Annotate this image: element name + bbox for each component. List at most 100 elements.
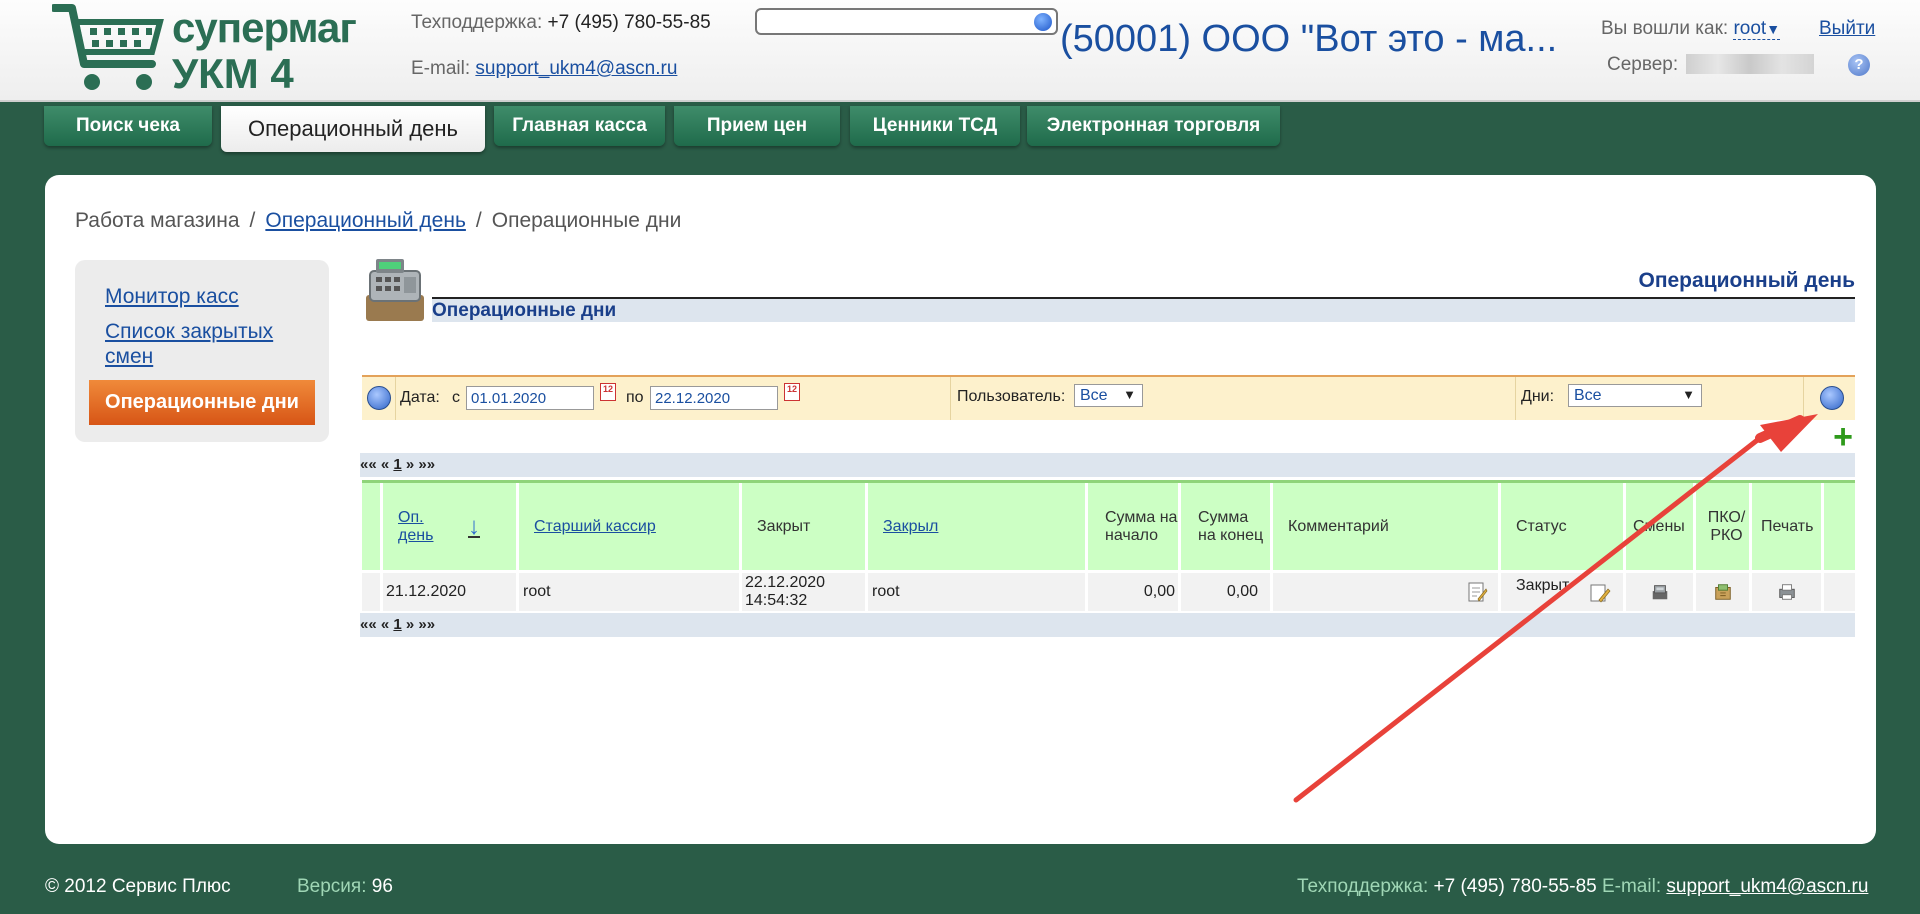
breadcrumb: Работа магазина / Операционный день / Операц… [75, 209, 681, 233]
column-header-closed-by[interactable]: Закрыл [868, 483, 1088, 570]
pager-top: «« « 1 » »» [360, 453, 1855, 477]
version-label: Версия: [297, 876, 367, 897]
calendar-icon[interactable]: 12 [784, 383, 800, 401]
pager-next[interactable]: » [406, 616, 414, 633]
logout-link[interactable]: Выйти [1819, 18, 1875, 40]
table-row: 21.12.2020 root 22.12.2020 14:54:32 root… [362, 570, 1855, 611]
pager-first[interactable]: «« [360, 616, 377, 633]
refresh-icon[interactable] [367, 386, 391, 410]
date-from-label: с [452, 389, 460, 406]
cell-sum-end: 0,00 [1181, 573, 1273, 611]
breadcrumb-item-store: Работа магазина [75, 209, 240, 232]
pager-prev[interactable]: « [381, 616, 389, 633]
column-header-cashier[interactable]: Старший кассир [519, 483, 742, 570]
breadcrumb-item-operational-day[interactable]: Операционный день [265, 209, 466, 232]
column-header-status: Статус [1501, 483, 1626, 570]
pager-page[interactable]: 1 [393, 616, 401, 633]
pager-last[interactable]: »» [418, 616, 435, 633]
cell-status: Закрыт [1501, 573, 1626, 611]
server-value-redacted [1686, 54, 1814, 74]
sidebar-item-operational-days[interactable]: Операционные дни [89, 380, 315, 425]
support-email-link[interactable]: support_ukm4@ascn.ru [475, 58, 677, 79]
pager-page[interactable]: 1 [393, 456, 401, 473]
cell-pko-rko [1696, 573, 1752, 611]
operational-days-table: Оп. день ↓ Старший кассир Закрыт Закрыл … [362, 480, 1855, 611]
sidebar-item-closed-shifts[interactable]: Список закрытых смен [105, 319, 295, 369]
footer-support: Техподдержка: +7 (495) 780-55-85 E-mail:… [1297, 876, 1868, 898]
login-info: Вы вошли как: root▼ [1601, 18, 1781, 40]
store-title: (50001) ООО "Вот это - ма... [1060, 18, 1558, 60]
user-filter-label: Пользователь: [957, 388, 1066, 405]
footer-email-label: E-mail: [1601, 876, 1662, 897]
table-cell [362, 573, 383, 611]
user-filter-value: Все [1080, 387, 1108, 404]
column-header-cashier-label: Старший кассир [534, 517, 656, 535]
support-label: Техподдержка: [411, 12, 543, 33]
pager-last[interactable]: »» [418, 456, 435, 473]
filter-days-cell: Дни: Все ▼ [1516, 377, 1804, 420]
pager-first[interactable]: «« [360, 456, 377, 473]
sort-icon: ↓ [468, 512, 480, 540]
chevron-down-icon: ▼ [1682, 387, 1695, 402]
status-text: Закрыт [1516, 577, 1570, 594]
help-icon[interactable]: ? [1848, 54, 1870, 76]
logo[interactable]: супермаг УКМ 4 [52, 2, 357, 97]
search-input[interactable] [755, 8, 1058, 35]
tab-e-commerce[interactable]: Электронная торговля [1027, 106, 1280, 146]
user-dropdown[interactable]: root▼ [1733, 18, 1781, 40]
column-header-day[interactable]: Оп. день ↓ [383, 483, 519, 570]
column-header-closed-by-label: Закрыл [883, 517, 939, 535]
cell-cashier: root [519, 573, 742, 611]
days-filter-select[interactable]: Все ▼ [1568, 384, 1702, 407]
search-icon[interactable] [1034, 13, 1052, 31]
column-header-comment: Комментарий [1273, 483, 1501, 570]
breadcrumb-item-current: Операционные дни [491, 209, 682, 232]
column-header-shifts: Смены [1626, 483, 1696, 570]
tab-price-import[interactable]: Прием цен [674, 106, 840, 146]
footer-email-link[interactable]: support_ukm4@ascn.ru [1666, 876, 1868, 897]
tab-tsd-labels[interactable]: Ценники ТСД [850, 106, 1020, 146]
pager-next[interactable]: » [406, 456, 414, 473]
version-value: 96 [371, 876, 393, 897]
sidebar-item-cash-monitor[interactable]: Монитор касс [105, 284, 239, 309]
table-header-cell [362, 483, 383, 570]
date-to-input[interactable] [650, 386, 778, 410]
section-subtitle: Операционные дни [432, 300, 617, 321]
tab-receipt-search[interactable]: Поиск чека [44, 106, 212, 146]
footer-version: Версия: 96 [297, 876, 393, 898]
footer-copyright: © 2012 Сервис Плюс [45, 876, 231, 897]
tab-main-cash[interactable]: Главная касса [494, 106, 665, 146]
cash-register-icon [366, 259, 424, 321]
date-from-input[interactable] [466, 386, 594, 410]
date-to-label: по [626, 389, 644, 406]
column-header-closed: Закрыт [742, 483, 868, 570]
column-header-pko-rko: ПКО/ РКО [1696, 483, 1752, 570]
apply-filter-icon[interactable] [1820, 386, 1844, 410]
footer-support-label: Техподдержка: [1297, 876, 1429, 897]
shifts-register-icon[interactable] [1650, 582, 1670, 602]
table-header: Оп. день ↓ Старший кассир Закрыт Закрыл … [362, 483, 1855, 570]
logged-as-label: Вы вошли как: [1601, 18, 1729, 39]
print-icon[interactable] [1777, 582, 1797, 602]
add-icon[interactable]: + [1830, 420, 1856, 454]
cell-comment [1273, 573, 1501, 611]
main-panel: Работа магазина / Операционный день / Операц… [45, 175, 1876, 844]
cash-orders-icon[interactable] [1713, 582, 1733, 602]
header: супермаг УКМ 4 Техподдержка: +7 (495) 78… [0, 0, 1920, 102]
days-filter-label: Дни: [1521, 388, 1555, 405]
date-label: Дата: [400, 389, 440, 406]
sidebar: Монитор касс Список закрытых смен Операц… [75, 260, 329, 442]
cell-closed: 22.12.2020 14:54:32 [742, 573, 868, 611]
pager-prev[interactable]: « [381, 456, 389, 473]
support-phone: +7 (495) 780-55-85 [547, 12, 711, 33]
edit-status-icon[interactable] [1589, 582, 1611, 604]
calendar-icon[interactable]: 12 [600, 383, 616, 401]
filter-user-cell: Пользователь: Все ▼ [951, 377, 1516, 420]
tab-operational-day[interactable]: Операционный день [221, 106, 485, 152]
filter-bar: Дата: с 12 по 12 Пользователь: Все ▼ Дни:… [362, 375, 1855, 420]
user-filter-select[interactable]: Все ▼ [1074, 384, 1143, 407]
filter-cell [362, 377, 396, 420]
edit-comment-icon[interactable] [1466, 581, 1488, 603]
breadcrumb-separator: / [249, 209, 256, 232]
logo-subtitle: УКМ 4 [172, 50, 294, 97]
